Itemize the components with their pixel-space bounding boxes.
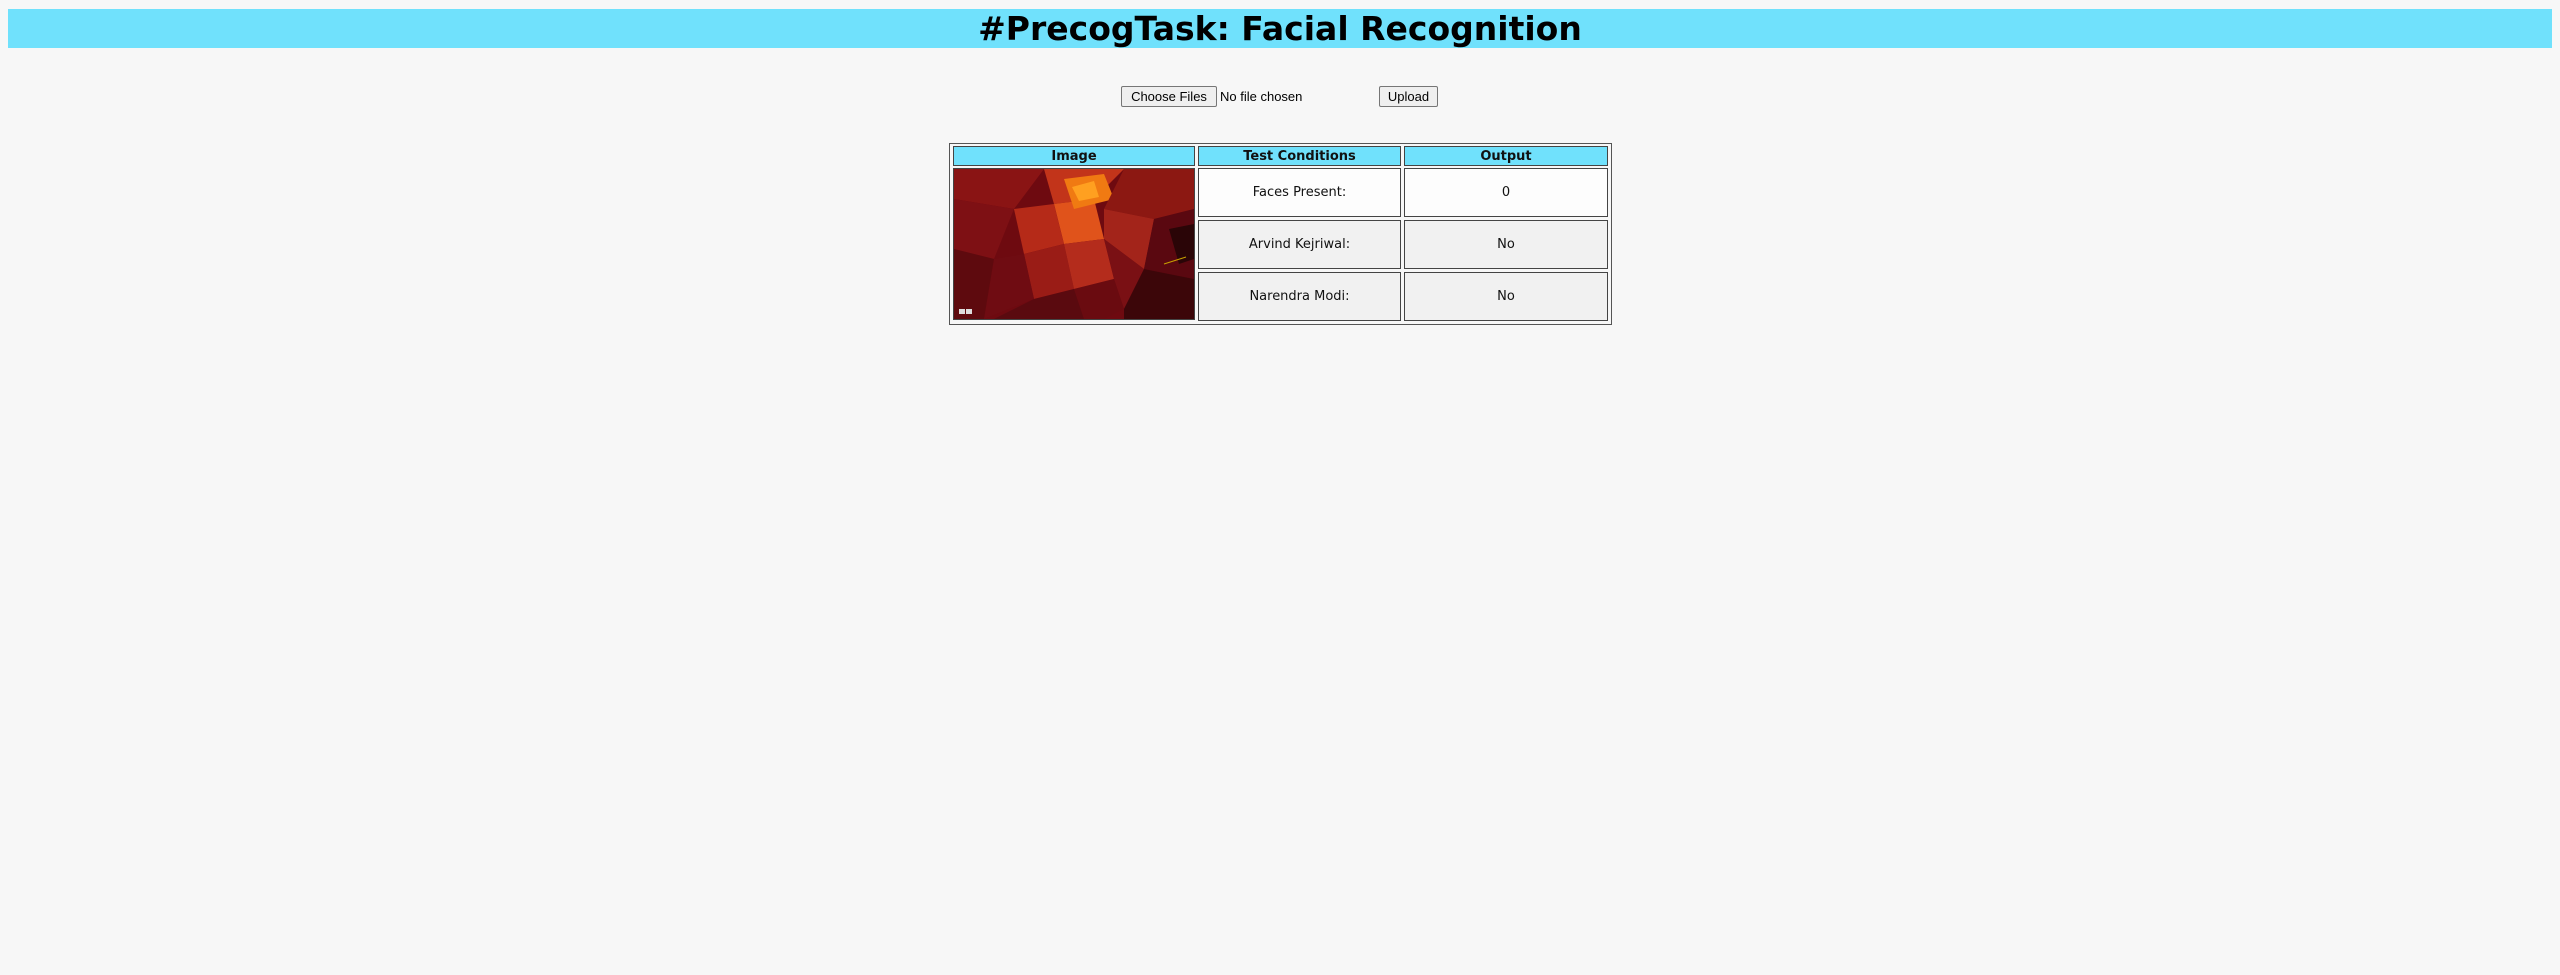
abstract-wallpaper-image [954,169,1194,319]
page-header: #PrecogTask: Facial Recognition [8,9,2552,48]
file-status-text: No file chosen [1220,89,1303,104]
condition-cell-faces-present: Faces Present: [1198,168,1401,217]
uploaded-image-thumbnail [953,168,1195,320]
condition-cell-narendra-modi: Narendra Modi: [1198,272,1401,321]
upload-button[interactable]: Upload [1379,86,1438,107]
column-header-output: Output [1404,146,1608,166]
condition-cell-arvind-kejriwal: Arvind Kejriwal: [1198,220,1401,269]
output-cell-arvind-kejriwal: No [1404,220,1608,269]
output-cell-narendra-modi: No [1404,272,1608,321]
output-cell-faces-present: 0 [1404,168,1608,217]
choose-files-button[interactable]: Choose Files [1121,86,1217,107]
column-header-test-conditions: Test Conditions [1198,146,1401,166]
column-header-image: Image [953,146,1195,166]
results-table: Image Test Conditions Output Faces Prese… [949,143,1612,325]
page-title: #PrecogTask: Facial Recognition [978,9,1582,48]
